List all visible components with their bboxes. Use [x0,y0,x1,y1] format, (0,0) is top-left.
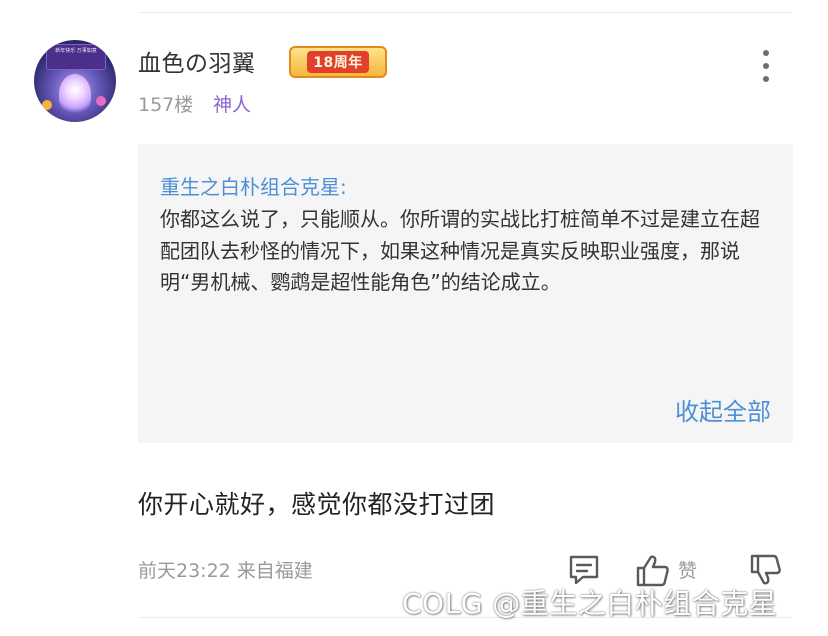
post-time-location: 前天23:22 来自福建 [138,560,313,582]
floor-number: 157楼 [138,94,194,116]
watermark: COLG @重生之白朴组合克星 [402,587,778,620]
like-label[interactable]: 赞 [678,556,697,583]
quote-body: 你都这么说了，只能顺从。你所谓的实战比打桩简单不过是建立在超配团队去秒怪的情况下… [160,207,760,294]
quoted-reply-box: 重生之白朴组合克星: 你都这么说了，只能顺从。你所谓的实战比打桩简单不过是建立在… [138,144,793,443]
quote-author[interactable]: 重生之白朴组合克星: [160,172,771,202]
reply-content: 你开心就好，感觉你都没打过团 [138,490,496,519]
avatar[interactable]: 新年快乐 万事如意 [34,40,116,122]
user-title-tag: 神人 [213,94,252,116]
top-divider [138,12,792,13]
anniversary-badge-label: 18周年 [307,51,369,73]
avatar-flower-decoration [96,96,106,106]
username[interactable]: 血色の羽翼 [138,44,256,78]
anniversary-badge: 18周年 [289,46,387,78]
avatar-figure [59,74,91,114]
avatar-banner: 新年快乐 万事如意 [46,44,106,70]
avatar-flower-decoration [42,100,52,110]
collapse-all-button[interactable]: 收起全部 [675,392,771,427]
avatar-banner-text: 新年快乐 万事如意 [55,48,97,54]
more-vertical-icon[interactable] [752,46,780,86]
